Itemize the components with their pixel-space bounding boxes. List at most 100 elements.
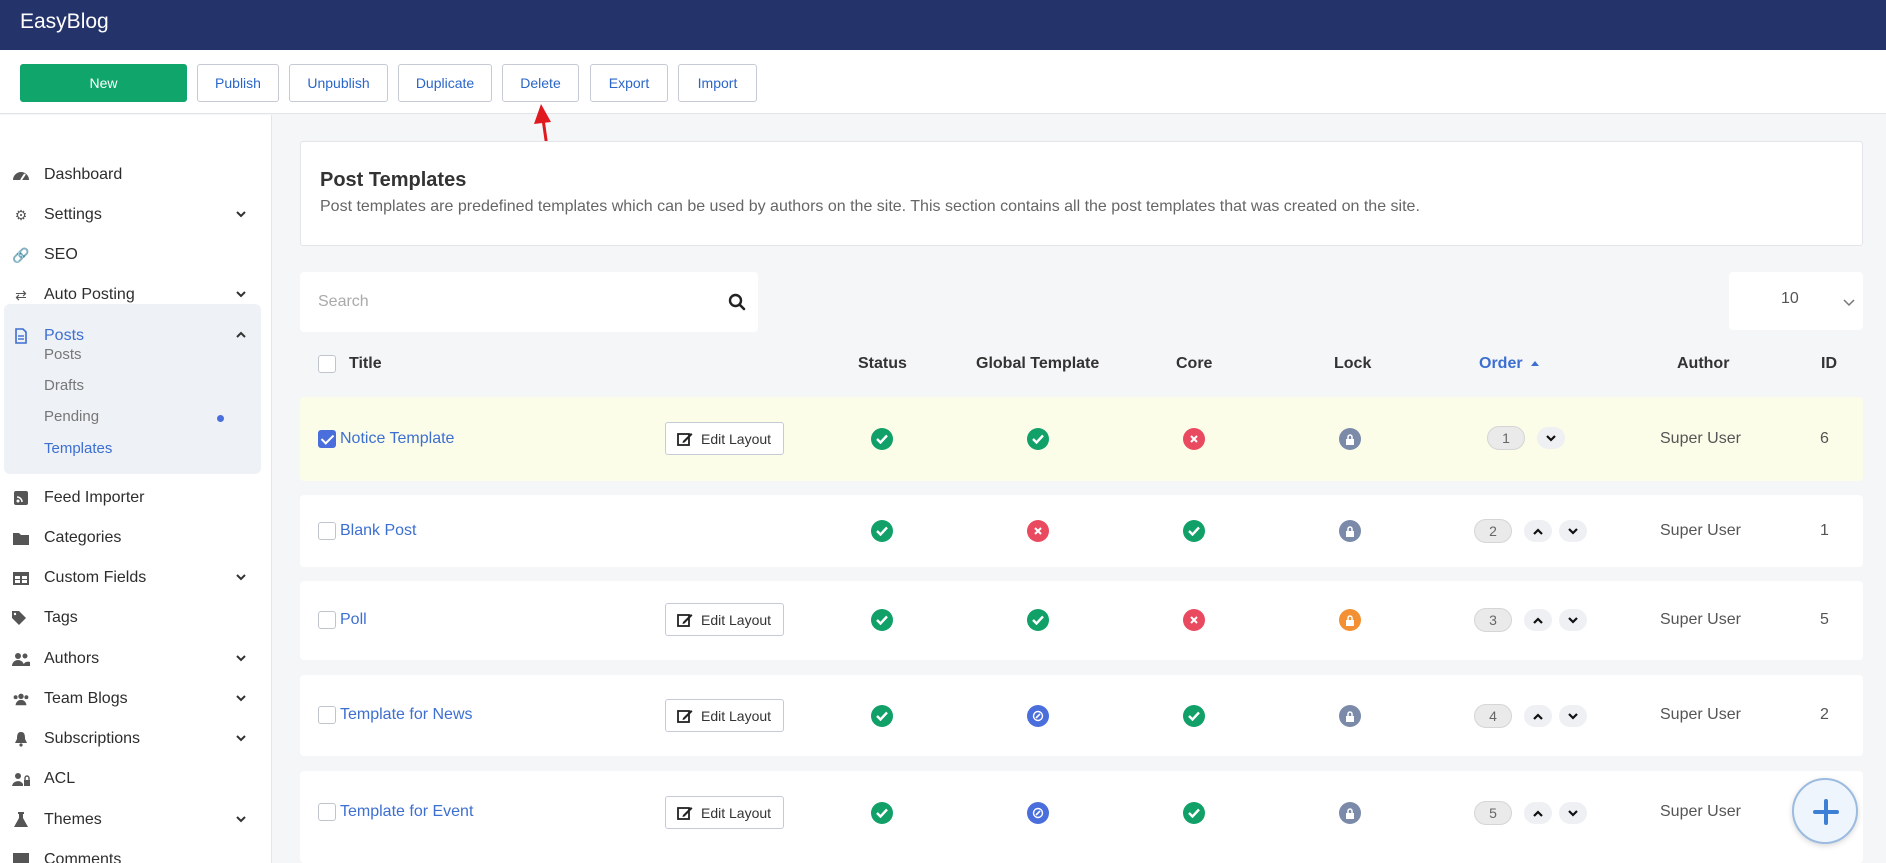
move-down-button[interactable]: [1559, 705, 1587, 727]
row-title-link[interactable]: Blank Post: [340, 522, 416, 540]
row-checkbox[interactable]: [318, 803, 336, 821]
move-up-button[interactable]: [1524, 705, 1552, 727]
page-description: Post templates are predefined templates …: [320, 198, 1420, 215]
status-published-icon[interactable]: [871, 520, 893, 542]
sidebar-item-team-blogs[interactable]: Team Blogs: [0, 683, 271, 715]
global-template-yes-icon[interactable]: [1027, 428, 1049, 450]
unlocked-icon[interactable]: [1339, 705, 1361, 727]
sidebar-item-comments[interactable]: Comments: [0, 844, 271, 863]
edit-layout-button[interactable]: Edit Layout: [665, 603, 784, 636]
app-brand[interactable]: EasyBlog: [20, 10, 109, 34]
main-content: Post Templates Post templates are predef…: [273, 115, 1886, 863]
move-up-button[interactable]: [1524, 520, 1552, 542]
sidebar-item-label: Comments: [44, 851, 122, 863]
row-title-link[interactable]: Notice Template: [340, 430, 454, 448]
unpublish-button[interactable]: Unpublish: [289, 64, 388, 102]
sidebar-sub-pending[interactable]: Pending: [44, 408, 99, 425]
edit-layout-button[interactable]: Edit Layout: [665, 796, 784, 829]
chevron-down-icon: [1568, 616, 1578, 624]
sidebar-item-feed-importer[interactable]: Feed Importer: [0, 482, 271, 514]
export-button[interactable]: Export: [590, 64, 668, 102]
chevron-down-icon: [236, 816, 246, 823]
move-down-button[interactable]: [1559, 520, 1587, 542]
row-checkbox[interactable]: [318, 611, 336, 629]
move-down-button[interactable]: [1559, 609, 1587, 631]
column-header-status[interactable]: Status: [858, 355, 907, 373]
sidebar-item-auto-posting[interactable]: ⇄ Auto Posting: [0, 279, 271, 311]
column-header-lock[interactable]: Lock: [1334, 355, 1371, 373]
locked-icon[interactable]: [1339, 609, 1361, 631]
sidebar-item-label: Auto Posting: [44, 286, 135, 303]
sidebar-item-label: SEO: [44, 246, 78, 263]
global-template-no-icon[interactable]: [1027, 520, 1049, 542]
sidebar-item-categories[interactable]: Categories: [0, 522, 271, 554]
move-up-button[interactable]: [1524, 802, 1552, 824]
row-checkbox[interactable]: [318, 430, 336, 448]
status-published-icon[interactable]: [871, 705, 893, 727]
edit-layout-button[interactable]: Edit Layout: [665, 699, 784, 732]
status-published-icon[interactable]: [871, 428, 893, 450]
move-down-button[interactable]: [1537, 427, 1565, 449]
sidebar-sub-posts[interactable]: Posts: [44, 346, 82, 363]
column-header-order[interactable]: Order: [1479, 355, 1540, 373]
unlocked-icon[interactable]: [1339, 802, 1361, 824]
column-header-global[interactable]: Global Template: [976, 355, 1099, 373]
add-floating-button[interactable]: [1792, 778, 1858, 844]
global-template-icon[interactable]: [1027, 705, 1049, 727]
sidebar-sub-drafts[interactable]: Drafts: [44, 377, 84, 394]
sidebar-item-acl[interactable]: ACL: [0, 763, 271, 795]
edit-icon: [677, 433, 693, 446]
sidebar-item-settings[interactable]: ⚙ Settings: [0, 199, 271, 231]
status-published-icon[interactable]: [871, 802, 893, 824]
table-row[interactable]: Notice Template Edit Layout 1 Super User…: [300, 397, 1863, 481]
column-header-core[interactable]: Core: [1176, 355, 1212, 373]
column-header-author[interactable]: Author: [1677, 355, 1729, 373]
sidebar-item-seo[interactable]: 🔗 SEO: [0, 239, 271, 271]
core-no-icon: [1183, 609, 1205, 631]
author-name: Super User: [1660, 522, 1741, 539]
import-button[interactable]: Import: [678, 64, 757, 102]
sidebar-item-dashboard[interactable]: Dashboard: [0, 159, 271, 191]
table-row[interactable]: Blank Post 2 Super User 1: [300, 495, 1863, 567]
row-title-link[interactable]: Poll: [340, 611, 367, 629]
row-checkbox[interactable]: [318, 522, 336, 540]
move-up-button[interactable]: [1524, 609, 1552, 631]
sidebar-sub-templates[interactable]: Templates: [44, 440, 112, 457]
table-row[interactable]: Template for Event Edit Layout 5 Super U…: [300, 771, 1863, 863]
column-header-id[interactable]: ID: [1821, 355, 1837, 373]
global-template-yes-icon[interactable]: [1027, 609, 1049, 631]
sidebar-item-custom-fields[interactable]: Custom Fields: [0, 562, 271, 594]
global-template-icon[interactable]: [1027, 802, 1049, 824]
edit-layout-label: Edit Layout: [701, 431, 772, 447]
delete-button[interactable]: Delete: [502, 64, 579, 102]
sidebar-item-authors[interactable]: Authors: [0, 643, 271, 675]
edit-icon: [677, 710, 693, 723]
sidebar-item-posts[interactable]: Posts: [0, 320, 271, 352]
duplicate-button[interactable]: Duplicate: [398, 64, 492, 102]
sidebar-item-tags[interactable]: Tags: [0, 602, 271, 634]
unlocked-icon[interactable]: [1339, 520, 1361, 542]
unlocked-icon[interactable]: [1339, 428, 1361, 450]
column-header-title[interactable]: Title: [349, 355, 382, 373]
row-id: 6: [1820, 430, 1829, 447]
table-row[interactable]: Poll Edit Layout 3 Super User 5: [300, 581, 1863, 660]
sidebar-item-label: Subscriptions: [44, 730, 141, 747]
move-down-button[interactable]: [1559, 802, 1587, 824]
row-title-link[interactable]: Template for Event: [340, 803, 473, 821]
row-checkbox[interactable]: [318, 706, 336, 724]
edit-layout-button[interactable]: Edit Layout: [665, 422, 784, 455]
order-value: 4: [1474, 704, 1512, 728]
table-row[interactable]: Template for News Edit Layout 4 Super Us…: [300, 675, 1863, 756]
new-button[interactable]: New: [20, 64, 187, 102]
per-page-select[interactable]: 10: [1729, 272, 1863, 330]
select-all-checkbox[interactable]: [318, 355, 336, 373]
search-input[interactable]: [318, 290, 698, 314]
sidebar-item-subscriptions[interactable]: Subscriptions: [0, 723, 271, 755]
chevron-up-icon: [1533, 712, 1543, 720]
status-published-icon[interactable]: [871, 609, 893, 631]
row-title-link[interactable]: Template for News: [340, 706, 473, 724]
search-icon[interactable]: [728, 293, 746, 311]
chevron-up-icon: [236, 331, 246, 338]
publish-button[interactable]: Publish: [197, 64, 279, 102]
sidebar-item-themes[interactable]: Themes: [0, 804, 271, 836]
